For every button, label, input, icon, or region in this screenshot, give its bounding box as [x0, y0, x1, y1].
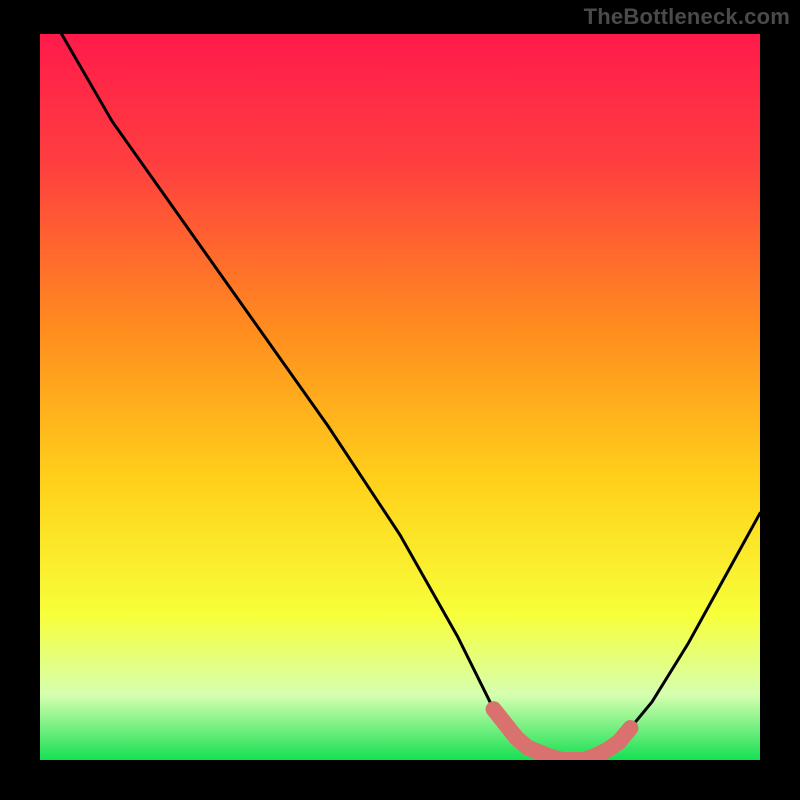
attribution-label: TheBottleneck.com [584, 4, 790, 30]
heat-gradient [40, 34, 760, 760]
bottleneck-curve-chart [40, 34, 760, 760]
chart-frame: TheBottleneck.com [0, 0, 800, 800]
